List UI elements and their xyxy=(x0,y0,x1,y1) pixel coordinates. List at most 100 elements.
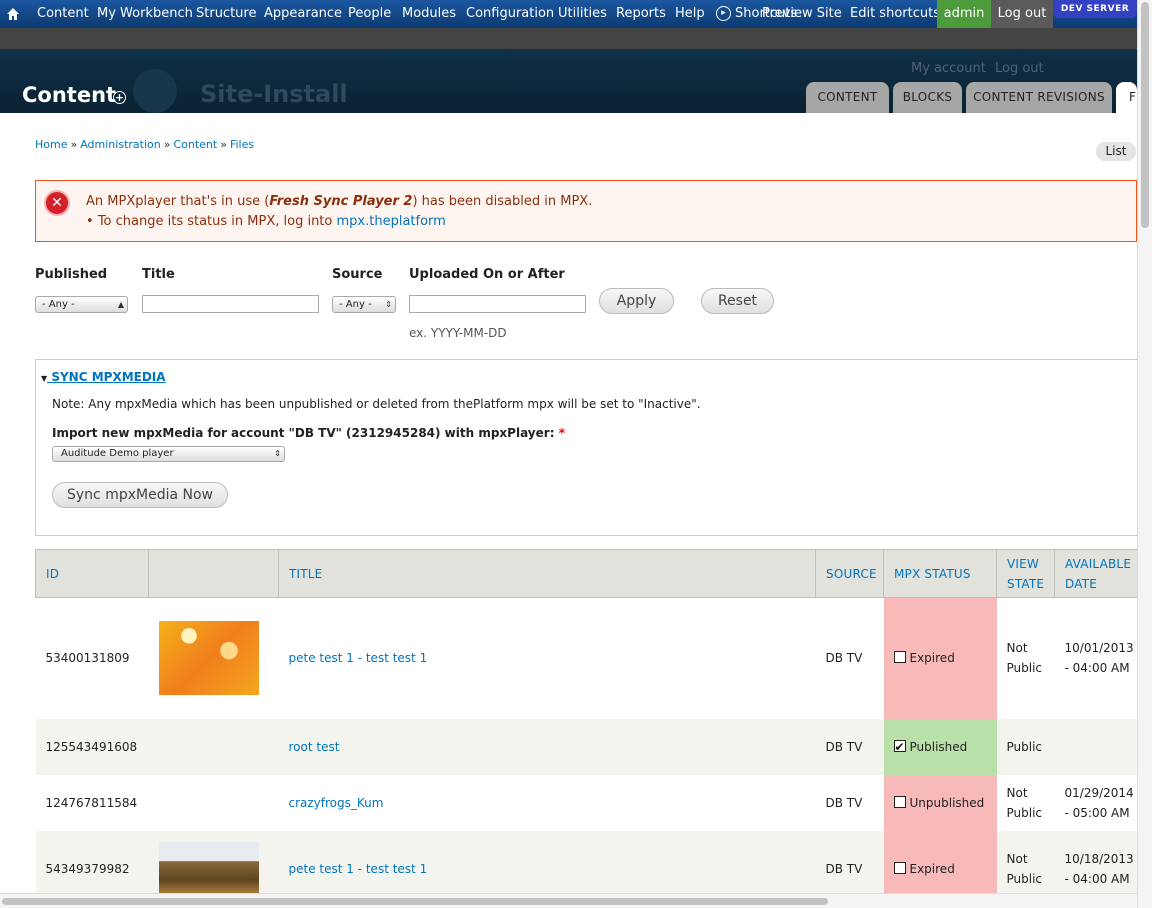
cell-source: DB TV xyxy=(815,774,884,831)
select-arrows-icon: ⇕ xyxy=(385,300,392,309)
toolbar-help[interactable]: Help xyxy=(675,0,705,28)
cell-title: crazyfrogs_Kum xyxy=(278,774,816,831)
uploaded-label: Uploaded On or After xyxy=(409,267,565,282)
breadcrumb-content[interactable]: Content xyxy=(173,138,217,151)
scrollbar-thumb[interactable] xyxy=(2,898,828,905)
breadcrumb-administration[interactable]: Administration xyxy=(80,138,161,151)
scrollbar-thumb[interactable] xyxy=(1141,2,1149,228)
table-row: 53400131809 pete test 1 - test test 1 DB… xyxy=(35,597,1138,719)
tab-blocks[interactable]: BLOCKS xyxy=(893,82,962,113)
toolbar-my-workbench[interactable]: My Workbench xyxy=(97,0,193,28)
my-account-link[interactable]: My account xyxy=(911,61,986,76)
apply-button[interactable]: Apply xyxy=(599,288,674,314)
mpx-platform-link[interactable]: mpx.theplatform xyxy=(337,214,446,229)
cell-status: Published xyxy=(883,718,997,775)
table-header-row: ID TITLE SOURCE MPX STATUS VIEW STATE AVA… xyxy=(35,549,1138,598)
unpublished-status-icon xyxy=(893,795,906,808)
cell-view-state: Not Public xyxy=(996,597,1055,719)
table-row: 125543491608 root test DB TV Published P… xyxy=(35,718,1138,775)
col-view-state[interactable]: VIEW STATE xyxy=(996,549,1055,598)
import-player-label: Import new mpxMedia for account "DB TV" … xyxy=(52,426,565,440)
cell-available-date xyxy=(1054,718,1138,775)
cell-available-date: 10/01/2013- 04:00 AM xyxy=(1054,597,1138,719)
cell-available-date: 01/29/2014- 05:00 AM xyxy=(1054,774,1138,831)
select-arrows-icon: ⇕ xyxy=(274,449,281,458)
toolbar-edit-shortcuts[interactable]: Edit shortcuts xyxy=(850,0,940,28)
error-line-1: An MPXplayer that's in use (Fresh Sync P… xyxy=(86,194,593,209)
vertical-scrollbar[interactable] xyxy=(1137,0,1152,908)
title-link[interactable]: root test xyxy=(289,740,340,754)
reset-button[interactable]: Reset xyxy=(701,288,774,314)
breadcrumb-files[interactable]: Files xyxy=(230,138,254,151)
expired-status-icon xyxy=(893,861,906,874)
toolbar-people[interactable]: People xyxy=(348,0,391,28)
col-mpx-status[interactable]: MPX STATUS xyxy=(883,549,997,598)
toolbar-reports[interactable]: Reports xyxy=(616,0,666,28)
expired-status-icon xyxy=(893,651,906,664)
col-title[interactable]: TITLE xyxy=(278,549,816,598)
col-available-date[interactable]: AVAILABLE DATE xyxy=(1054,549,1138,598)
dev-server-badge: DEV SERVER xyxy=(1053,0,1137,18)
select-arrows-icon: ▲ xyxy=(117,300,124,309)
list-tab[interactable]: List xyxy=(1096,142,1136,161)
mpx-player-select[interactable]: Auditude Demo player ⇕ xyxy=(52,446,285,462)
breadcrumb-home[interactable]: Home xyxy=(35,138,67,151)
required-marker: * xyxy=(558,426,565,440)
media-table: ID TITLE SOURCE MPX STATUS VIEW STATE AVA… xyxy=(35,549,1138,907)
site-name: Site-Install xyxy=(200,80,348,108)
col-id[interactable]: ID xyxy=(35,549,149,598)
sync-now-button[interactable]: Sync mpxMedia Now xyxy=(52,482,228,508)
drupal-logo-icon xyxy=(133,69,177,113)
tab-content-revisions[interactable]: CONTENT REVISIONS xyxy=(966,82,1112,113)
toolbar-preview-site[interactable]: Preview Site xyxy=(762,0,842,28)
toolbar-logout[interactable]: Log out xyxy=(991,0,1053,28)
cell-title: root test xyxy=(278,718,816,775)
cell-source: DB TV xyxy=(815,597,884,719)
cell-status: Unpublished xyxy=(883,774,997,831)
home-icon[interactable] xyxy=(6,0,24,28)
date-format-hint: ex. YYYY-MM-DD xyxy=(409,326,507,340)
breadcrumb: Home» Administration» Content» Files xyxy=(35,138,255,151)
table-row: 124767811584 crazyfrogs_Kum DB TV Unpubl… xyxy=(35,774,1138,831)
cell-view-state: Public xyxy=(996,718,1055,775)
source-select[interactable]: - Any - ⇕ xyxy=(332,296,396,313)
cell-thumbnail xyxy=(148,718,279,775)
cell-status: Expired xyxy=(883,597,997,719)
col-thumbnail xyxy=(148,549,279,598)
tab-files[interactable]: FI xyxy=(1116,82,1137,113)
cell-thumbnail xyxy=(148,597,279,719)
toolbar-structure[interactable]: Structure xyxy=(196,0,256,28)
source-label: Source xyxy=(332,267,383,282)
cell-view-state: Not Public xyxy=(996,774,1055,831)
collapse-caret-icon: ▼ xyxy=(41,374,48,383)
sync-mpxmedia-fieldset: ▼ SYNC MPXMEDIA Note: Any mpxMedia which… xyxy=(35,359,1137,536)
col-source[interactable]: SOURCE xyxy=(815,549,884,598)
sync-mpxmedia-toggle[interactable]: ▼ SYNC MPXMEDIA xyxy=(41,370,166,384)
title-link[interactable]: pete test 1 - test test 1 xyxy=(289,651,428,665)
error-message: ✕ An MPXplayer that's in use (Fresh Sync… xyxy=(35,180,1137,242)
horizontal-scrollbar[interactable] xyxy=(0,893,1137,908)
cell-source: DB TV xyxy=(815,718,884,775)
published-select[interactable]: - Any - ▲ xyxy=(35,296,128,313)
tab-content[interactable]: CONTENT xyxy=(806,82,889,113)
cell-title: pete test 1 - test test 1 xyxy=(278,597,816,719)
error-line-2: • To change its status in MPX, log into … xyxy=(86,214,446,229)
toolbar-appearance[interactable]: Appearance xyxy=(264,0,342,28)
admin-toolbar: Content My Workbench Structure Appearanc… xyxy=(0,0,1152,28)
thumbnail-image[interactable] xyxy=(158,841,259,896)
toolbar-configuration[interactable]: Configuration xyxy=(466,0,554,28)
uploaded-date-input[interactable] xyxy=(409,295,586,313)
cell-id: 124767811584 xyxy=(35,774,149,831)
toolbar-modules[interactable]: Modules xyxy=(402,0,456,28)
add-shortcut-icon[interactable]: + xyxy=(113,91,126,104)
thumbnail-image[interactable] xyxy=(158,621,259,696)
title-link[interactable]: pete test 1 - test test 1 xyxy=(289,862,428,876)
toolbar-content[interactable]: Content xyxy=(37,0,89,28)
shortcuts-toggle-icon[interactable]: ▸ xyxy=(716,6,731,21)
title-link[interactable]: crazyfrogs_Kum xyxy=(289,796,384,810)
cell-thumbnail xyxy=(148,774,279,831)
toolbar-user[interactable]: admin xyxy=(937,0,991,28)
title-input[interactable] xyxy=(142,295,319,313)
header-logout-link[interactable]: Log out xyxy=(995,61,1044,76)
toolbar-utilities[interactable]: Utilities xyxy=(558,0,607,28)
